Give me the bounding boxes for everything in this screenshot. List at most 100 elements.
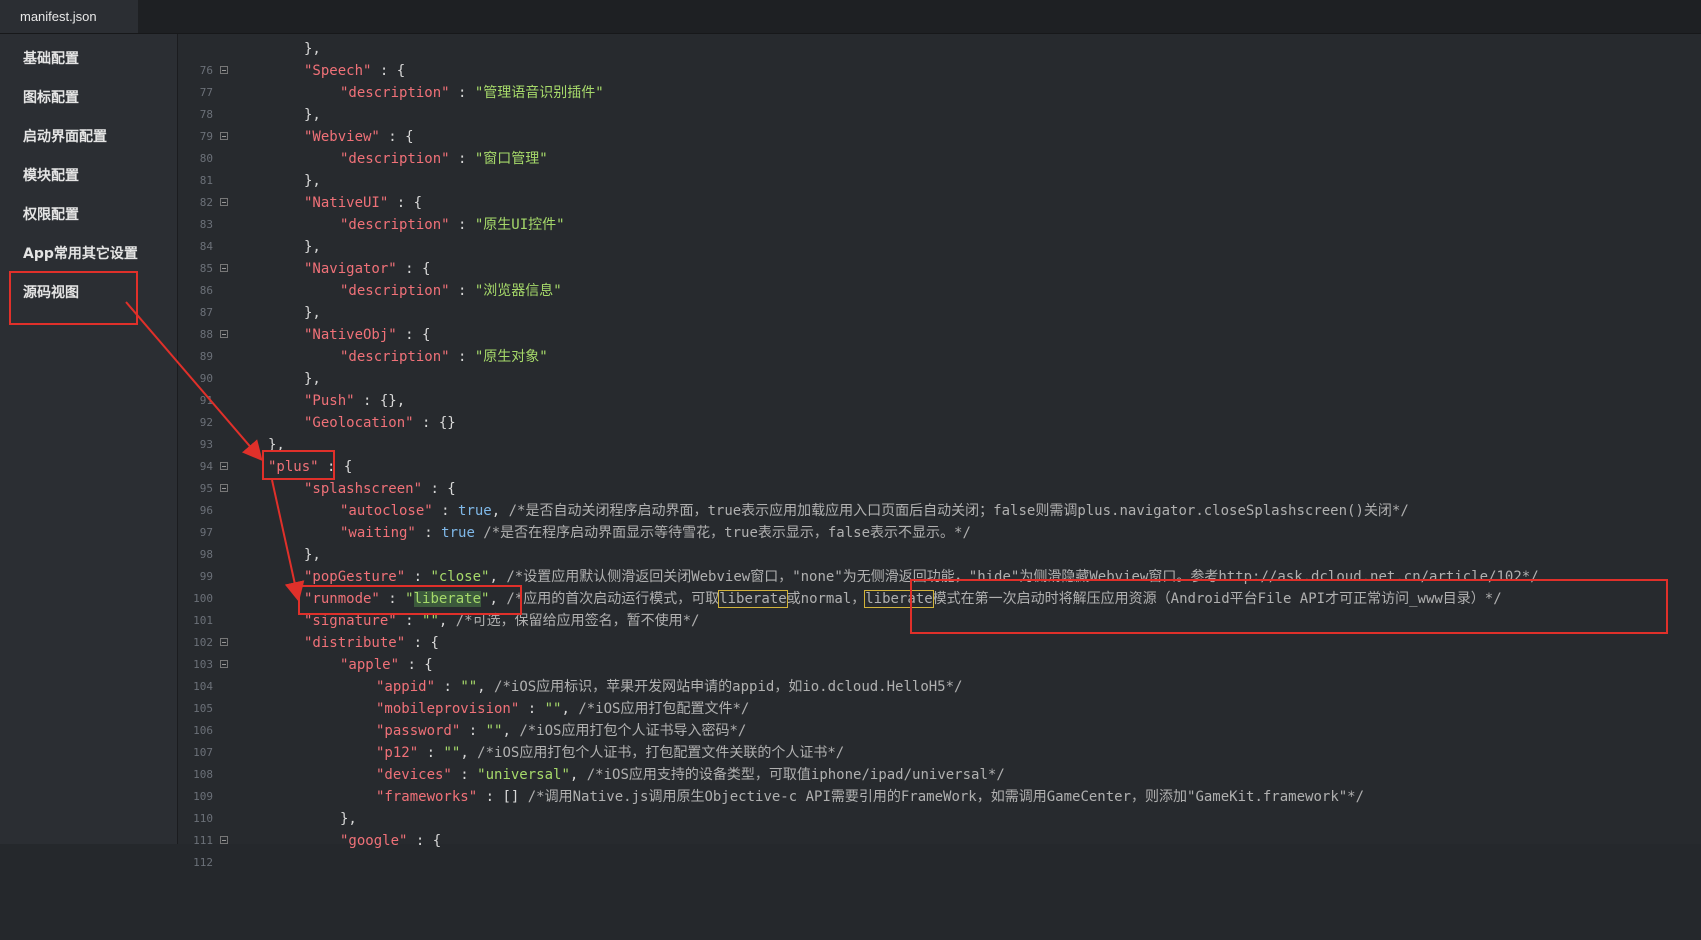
code-line: 81 "description" : "窗口管理" <box>178 148 1701 187</box>
code-editor[interactable]: 76 }, 77 "Speech" : { 78 "description" :… <box>178 34 1701 869</box>
json-key: "Webview" <box>304 129 380 145</box>
json-string: "浏览器信息" <box>474 283 562 299</box>
json-key: "description" <box>340 217 450 233</box>
json-key: "description" <box>340 151 450 167</box>
fold-icon[interactable] <box>220 836 228 844</box>
code-line: 104 "apple" : { <box>178 654 1701 693</box>
json-string: "close" <box>430 569 490 585</box>
annotation-box-source-view <box>9 271 138 325</box>
fold-icon[interactable] <box>220 330 228 338</box>
code-line: 107 "password" : "", /*iOS应用打包个人证书导入密码*/ <box>178 720 1701 759</box>
json-key: "Push" <box>304 393 355 409</box>
code-text: : [] <box>477 789 528 805</box>
json-string: "" <box>544 701 562 717</box>
code-line: 103 "distribute" : { <box>178 632 1701 671</box>
fold-icon[interactable] <box>220 264 228 272</box>
json-string: "" <box>485 723 503 739</box>
code-text: }, <box>304 173 321 189</box>
tab-bar: manifest.json <box>0 0 1701 34</box>
code-comment: /*iOS应用打包配置文件*/ <box>569 701 750 717</box>
code-comment: /*iOS应用打包个人证书导入密码*/ <box>510 723 747 739</box>
code-comment: /*应用的首次启动运行模式，可取 <box>497 591 720 607</box>
code-line: 110 "frameworks" : [] /*调用Native.js调用原生O… <box>178 786 1701 825</box>
code-line: 86 "Navigator" : { <box>178 258 1701 297</box>
code-line: 106 "mobileprovision" : "", /*iOS应用打包配置文… <box>178 698 1701 737</box>
fold-icon[interactable] <box>220 198 228 206</box>
json-string: "原生对象" <box>474 349 548 365</box>
fold-icon[interactable] <box>220 132 228 140</box>
json-key: "google" <box>340 833 408 849</box>
code-line: 80 "Webview" : { <box>178 126 1701 165</box>
code-line: 79 }, <box>178 104 1701 143</box>
json-string: "管理语音识别插件" <box>474 85 604 101</box>
json-key: "apple" <box>340 657 400 673</box>
code-comment: 或normal， <box>786 591 866 607</box>
sidebar-item-icon[interactable]: 图标配置 <box>23 87 79 107</box>
code-line: 109 "devices" : "universal", /*iOS应用支持的设… <box>178 764 1701 803</box>
code-text: }, <box>304 107 321 123</box>
code-line: 77 "Speech" : { <box>178 60 1701 99</box>
code-text: }, <box>304 41 321 57</box>
json-string: "原生UI控件" <box>474 217 565 233</box>
json-key: "mobileprovision" <box>376 701 520 717</box>
json-key: "popGesture" <box>304 569 406 585</box>
sidebar-item-modules[interactable]: 模块配置 <box>23 165 79 185</box>
code-line: 108 "p12" : "", /*iOS应用打包个人证书，打包配置文件关联的个… <box>178 742 1701 781</box>
json-key: "description" <box>340 85 450 101</box>
annotation-box-plus <box>262 450 335 480</box>
code-line: 94 }, <box>178 434 1701 473</box>
fold-icon[interactable] <box>220 66 228 74</box>
code-line: 105 "appid" : "", /*iOS应用标识，苹果开发网站申请的app… <box>178 676 1701 715</box>
annotation-box-comment <box>910 579 1668 634</box>
code-line: 88 }, <box>178 302 1701 341</box>
json-key: "devices" <box>376 767 452 783</box>
json-key: "NativeObj" <box>304 327 397 343</box>
code-line: 76 }, <box>178 38 1701 77</box>
code-text: : {} <box>413 415 456 431</box>
code-comment: /*是否在程序启动界面显示等待雪花，true表示显示，false表示不显示。*/ <box>474 525 971 541</box>
fold-icon[interactable] <box>220 660 228 668</box>
json-key: "description" <box>340 283 450 299</box>
sidebar-item-permissions[interactable]: 权限配置 <box>23 204 79 224</box>
json-key: "Geolocation" <box>304 415 414 431</box>
code-comment: /*iOS应用支持的设备类型，可取值iphone/ipad/universal*… <box>578 767 1005 783</box>
json-key: "description" <box>340 349 450 365</box>
code-line: 91 }, <box>178 368 1701 407</box>
fold-icon[interactable] <box>220 462 228 470</box>
code-comment: /*iOS应用标识，苹果开发网站申请的appid，如io.dcloud.Hell… <box>485 679 963 695</box>
code-line: 85 }, <box>178 236 1701 275</box>
json-key: "password" <box>376 723 461 739</box>
code-comment: /*可选，保留给应用签名，暂不使用*/ <box>447 613 700 629</box>
json-key: "Speech" <box>304 63 372 79</box>
code-comment: /*调用Native.js调用原生Objective-c API需要引用的Fra… <box>527 789 1365 805</box>
code-text: }, <box>304 547 321 563</box>
json-key: "NativeUI" <box>304 195 389 211</box>
code-line: 98 "waiting" : true /*是否在程序启动界面显示等待雪花，tr… <box>178 522 1701 561</box>
code-line: 82 }, <box>178 170 1701 209</box>
code-text: }, <box>304 305 321 321</box>
sidebar-item-splash[interactable]: 启动界面配置 <box>23 126 107 146</box>
code-line: 111 }, <box>178 808 1701 847</box>
json-key: "distribute" <box>304 635 406 651</box>
json-key: "frameworks" <box>376 789 478 805</box>
code-text: : {}, <box>354 393 406 409</box>
sidebar-item-basic[interactable]: 基础配置 <box>23 48 79 68</box>
fold-icon[interactable] <box>220 638 228 646</box>
json-key: "Navigator" <box>304 261 397 277</box>
fold-icon[interactable] <box>220 484 228 492</box>
code-line: 99 }, <box>178 544 1701 583</box>
json-key: "autoclose" <box>340 503 433 519</box>
json-key: "waiting" <box>340 525 416 541</box>
json-string: "窗口管理" <box>474 151 548 167</box>
json-string: "universal" <box>477 767 570 783</box>
code-line: 92 "Push" : {}, <box>178 390 1701 429</box>
json-key: "signature" <box>304 613 397 629</box>
json-key: "p12" <box>376 745 419 761</box>
code-line: 112 "google" : { <box>178 830 1701 869</box>
code-line: 93 "Geolocation" : {} <box>178 412 1701 451</box>
code-line: 84 "description" : "原生UI控件" <box>178 214 1701 253</box>
tab-manifest[interactable]: manifest.json <box>0 0 138 33</box>
code-line: 97 "autoclose" : true, /*是否自动关闭程序启动界面，tr… <box>178 500 1701 539</box>
sidebar-item-other[interactable]: App常用其它设置 <box>23 243 138 263</box>
search-match: liberate <box>718 590 788 608</box>
